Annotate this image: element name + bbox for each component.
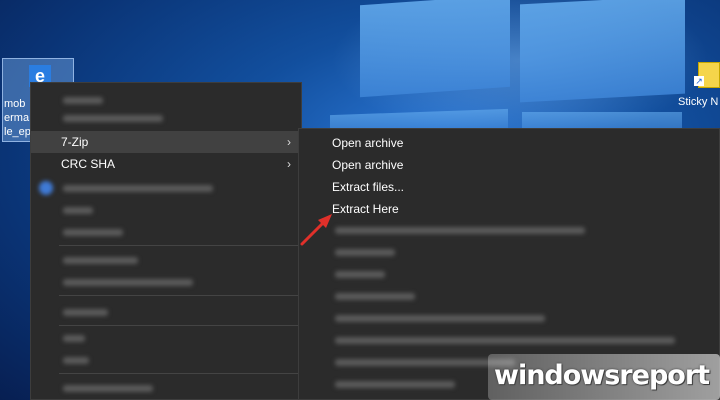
blurred-menu-item[interactable] — [63, 207, 93, 214]
submenu-item-extract-here[interactable]: Extract Here — [299, 198, 719, 220]
blurred-menu-item[interactable] — [63, 185, 213, 192]
menu-item-crc-sha[interactable]: CRC SHA › — [31, 153, 301, 175]
menu-item-label: 7-Zip — [61, 135, 89, 149]
blurred-menu-item[interactable] — [63, 115, 163, 122]
blurred-submenu-item[interactable] — [335, 227, 585, 234]
window-pane — [360, 0, 510, 98]
blurred-menu-item[interactable] — [63, 335, 85, 342]
blurred-submenu-item[interactable] — [335, 315, 545, 322]
blurred-menu-item[interactable] — [63, 385, 153, 392]
context-menu: 7-Zip › CRC SHA › — [30, 82, 302, 400]
blurred-submenu-item[interactable] — [335, 249, 395, 256]
submenu-item-extract-files[interactable]: Extract files... — [299, 176, 719, 198]
blurred-submenu-item[interactable] — [335, 381, 455, 388]
blurred-menu-item[interactable] — [63, 309, 108, 316]
red-arrow-icon — [300, 214, 332, 246]
blurred-submenu-item[interactable] — [335, 271, 385, 278]
blurred-icon — [39, 181, 53, 195]
shortcut-arrow-icon: ↗ — [694, 76, 704, 86]
watermark-text: windowsreport — [494, 360, 710, 391]
menu-separator — [59, 245, 299, 246]
blurred-menu-item[interactable] — [63, 357, 89, 364]
blurred-menu-item[interactable] — [63, 229, 123, 236]
chevron-right-icon: › — [287, 135, 291, 149]
menu-separator — [59, 325, 299, 326]
blurred-menu-item[interactable] — [63, 279, 193, 286]
desktop-icon-sticky-notes[interactable]: ↗ Sticky N — [676, 60, 720, 114]
desktop-icon-label: Sticky N — [678, 96, 719, 108]
chevron-right-icon: › — [287, 157, 291, 171]
menu-separator — [59, 295, 299, 296]
submenu-item-open-archive[interactable]: Open archive — [299, 132, 719, 154]
blurred-menu-item[interactable] — [63, 97, 103, 104]
window-pane — [520, 0, 685, 103]
menu-item-label: CRC SHA — [61, 157, 116, 171]
blurred-menu-item[interactable] — [63, 257, 138, 264]
submenu-item-open-archive-alt[interactable]: Open archive — [299, 154, 719, 176]
blurred-submenu-item[interactable] — [335, 337, 675, 344]
blurred-submenu-item[interactable] — [335, 293, 415, 300]
menu-item-7zip[interactable]: 7-Zip › — [31, 131, 301, 153]
watermark-logo: windowsreport — [488, 354, 720, 400]
menu-separator — [59, 373, 299, 374]
